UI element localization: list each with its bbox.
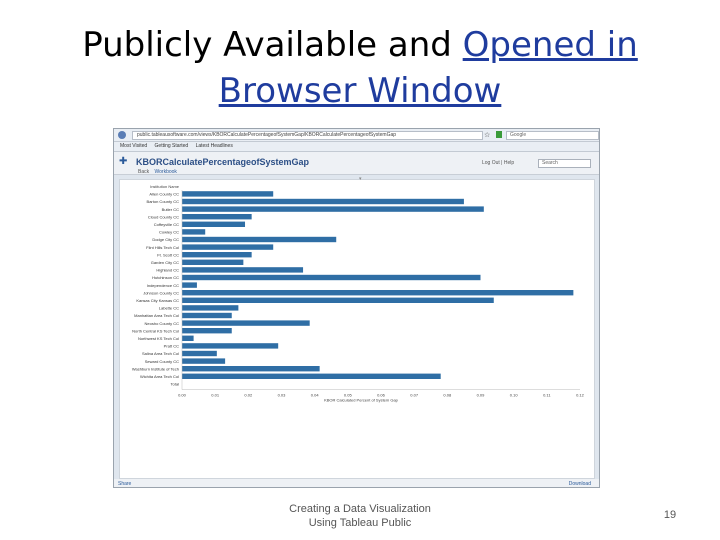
slide-title-link-browser-window[interactable]: Browser Window: [219, 71, 502, 111]
x-tick-label: 0.03: [278, 393, 287, 398]
category-label: North Central KS Tech Col: [132, 328, 179, 333]
category-label: Butler CC: [162, 207, 179, 212]
category-label: Highland CC: [156, 268, 179, 273]
category-label: Cloud County CC: [148, 214, 179, 219]
url-input[interactable]: public.tableausoftware.com/views/KBORCal…: [132, 131, 483, 140]
download-link[interactable]: Download: [569, 479, 591, 487]
category-label: Johnson County CC: [143, 290, 179, 295]
category-label: Cowley CC: [159, 230, 179, 235]
x-tick-label: 0.10: [510, 393, 519, 398]
x-tick-label: 0.12: [576, 393, 585, 398]
x-tick-label: 0.02: [244, 393, 253, 398]
bar: [182, 282, 197, 288]
bar: [182, 229, 206, 235]
star-icon[interactable]: ☆: [484, 130, 490, 142]
bar: [182, 236, 337, 243]
x-tick-label: 0.04: [311, 393, 320, 398]
chart-header-label: Institution Name: [150, 184, 180, 189]
subnav: Back Workbook: [138, 169, 177, 175]
bar: [182, 358, 226, 364]
bar: [182, 198, 464, 205]
back-arrow-icon[interactable]: [118, 131, 126, 139]
share-link[interactable]: Share: [118, 479, 131, 487]
category-label: Salina Area Tech Col: [142, 351, 179, 356]
bar: [182, 335, 194, 341]
bar: [182, 221, 246, 227]
category-label: Hutchinson CC: [152, 275, 179, 280]
category-label: Labette CC: [159, 306, 179, 311]
bar: [182, 328, 232, 334]
category-label: Northwest KS Tech Col: [138, 336, 179, 341]
bar: [182, 297, 494, 303]
bar: [182, 290, 574, 296]
back-link[interactable]: Back: [138, 169, 149, 175]
bar: [182, 191, 274, 197]
viz-title: KBORCalculatePercentageofSystemGap: [136, 157, 310, 167]
x-tick-label: 0.01: [211, 393, 220, 398]
bar: [182, 320, 310, 326]
tableau-search-input[interactable]: Search: [538, 159, 591, 168]
slide-title-link-opened-in[interactable]: Opened in: [463, 25, 638, 65]
bar: [182, 350, 217, 357]
category-label: Barton County CC: [147, 199, 180, 204]
category-label: Flint Hills Tech Col: [146, 245, 179, 250]
x-tick-label: 0.07: [410, 393, 419, 398]
bar: [182, 252, 252, 258]
browser-window-screenshot: public.tableausoftware.com/views/KBORCal…: [113, 128, 600, 488]
bar: [182, 267, 304, 273]
bookmark-latest-headlines[interactable]: Latest Headlines: [196, 143, 233, 149]
browser-search-input[interactable]: Google: [506, 131, 599, 140]
category-label: Manhattan Area Tech Col: [134, 313, 179, 318]
tableau-header: ✚ KBORCalculatePercentageofSystemGap Log…: [114, 152, 599, 175]
bookmark-most-visited[interactable]: Most Visited: [120, 143, 147, 149]
slide-number: 19: [663, 509, 677, 521]
category-label: Kansas City Kansas CC: [136, 298, 179, 303]
x-tick-label: 0.08: [443, 393, 452, 398]
tableau-footer: Share Download: [114, 479, 599, 487]
bar: [182, 206, 484, 212]
category-label: Coffeyville CC: [154, 222, 179, 227]
bar: [182, 305, 239, 311]
category-label: Neosho County CC: [145, 321, 180, 326]
caption-line-2: Using Tableau Public: [308, 517, 412, 529]
slide-title-text: Publicly Available and: [82, 25, 463, 65]
bar: [182, 312, 232, 319]
category-label: Wichita Area Tech Col: [140, 374, 179, 379]
category-label: Washburn Institute of Tech: [132, 366, 179, 371]
category-label: Garden City CC: [151, 260, 179, 265]
bar: [182, 244, 274, 250]
bar: [182, 343, 279, 349]
viz-canvas: ▾ Institution Name Allen County CC Barton …: [119, 176, 595, 479]
bar: [182, 373, 441, 379]
x-axis-label: KBOR Calculated Percent of System Gap: [324, 398, 399, 403]
bookmarks-bar: Most Visited Getting Started Latest Head…: [114, 142, 599, 152]
x-tick-label: 0.09: [477, 393, 486, 398]
bar-chart: Institution Name Allen County CC Barton Co…: [132, 184, 585, 403]
address-bar: public.tableausoftware.com/views/KBORCal…: [114, 129, 599, 142]
bookmark-getting-started[interactable]: Getting Started: [155, 143, 189, 149]
category-label: Ft. Scott CC: [157, 252, 179, 257]
tableau-logo-icon: ✚: [119, 156, 128, 167]
category-label: Dodge City CC: [152, 237, 179, 242]
bar: [182, 274, 481, 281]
category-label: Total: [171, 382, 180, 387]
google-icon: [496, 131, 502, 138]
x-tick-label: 0.00: [178, 393, 187, 398]
bar: [182, 259, 244, 265]
workbook-link[interactable]: Workbook: [155, 169, 177, 175]
caption-line-1: Creating a Data Visualization: [289, 503, 431, 515]
category-label: Independence CC: [147, 283, 179, 288]
slide-title: Publicly Available and Opened in Browser…: [40, 22, 680, 114]
bar: [182, 366, 320, 372]
category-label: Pratt CC: [164, 344, 179, 349]
bar: [182, 214, 252, 220]
slide-caption: Creating a Data Visualization Using Tabl…: [270, 502, 450, 530]
category-label: Seward County CC: [145, 359, 179, 364]
header-links[interactable]: Log Out | Help: [482, 160, 514, 166]
x-tick-label: 0.11: [543, 393, 551, 398]
category-label: Allen County CC: [149, 192, 179, 197]
